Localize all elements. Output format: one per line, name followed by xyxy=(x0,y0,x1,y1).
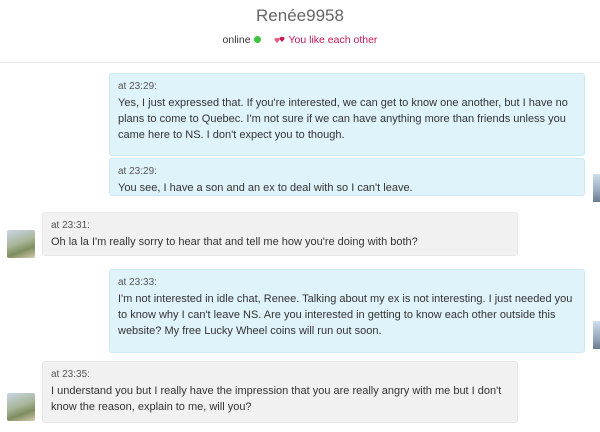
contact-avatar[interactable] xyxy=(7,393,35,421)
message-bubble-outgoing: at 23:29: Yes, I just expressed that. If… xyxy=(109,73,585,156)
hearts-icon xyxy=(273,35,286,44)
user-avatar xyxy=(593,321,600,349)
mutual-like-badge: You like each other xyxy=(273,34,378,46)
message-text: Oh la la I'm really sorry to hear that a… xyxy=(51,236,418,248)
message-timestamp: at 23:31: xyxy=(51,220,90,231)
message-timestamp: at 23:35: xyxy=(51,369,90,380)
contact-username[interactable]: Renée9958 xyxy=(0,6,600,26)
message-text: You see, I have a son and an ex to deal … xyxy=(118,182,413,194)
message-bubble-outgoing: at 23:29: You see, I have a son and an e… xyxy=(109,158,585,196)
chat-header: Renée9958 online You like each other xyxy=(0,0,600,63)
message-bubble-outgoing: at 23:33: I'm not interested in idle cha… xyxy=(109,269,585,353)
message-list[interactable]: at 23:29: Yes, I just expressed that. If… xyxy=(0,63,600,432)
online-dot-icon xyxy=(253,36,261,43)
message-timestamp: at 23:29: xyxy=(118,81,157,92)
message-text: Yes, I just expressed that. If you're in… xyxy=(118,97,568,141)
message-bubble-incoming: at 23:35: I understand you but I really … xyxy=(42,361,518,423)
message-bubble-incoming: at 23:31: Oh la la I'm really sorry to h… xyxy=(42,212,518,256)
online-status: online xyxy=(222,34,251,46)
message-text: I understand you but I really have the i… xyxy=(51,385,502,413)
contact-avatar[interactable] xyxy=(7,230,35,258)
message-text: I'm not interested in idle chat, Renee. … xyxy=(118,293,573,337)
message-timestamp: at 23:29: xyxy=(118,166,157,177)
contact-status-row: online You like each other xyxy=(0,34,600,46)
user-avatar xyxy=(593,174,600,202)
mutual-like-text: You like each other xyxy=(288,34,378,46)
message-timestamp: at 23:33: xyxy=(118,277,157,288)
